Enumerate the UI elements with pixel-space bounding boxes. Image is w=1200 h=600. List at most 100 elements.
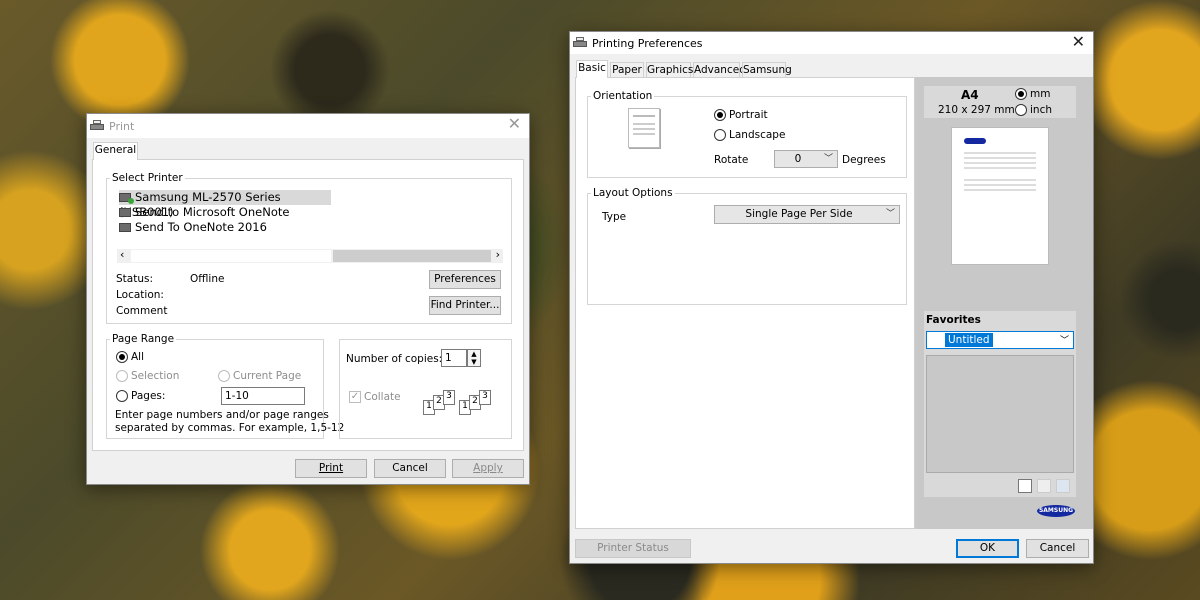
print-titlebar[interactable]: Print ✕ [87,114,529,138]
cancel-button[interactable]: Cancel [1026,539,1089,558]
type-label: Type [602,211,627,223]
favorites-list[interactable] [926,355,1074,473]
samsung-logo: SAMSUNG [1037,505,1075,517]
scroll-left-icon[interactable]: ‹ [120,248,124,261]
pages-label: Pages: [131,390,166,402]
layout-options-label: Layout Options [591,187,675,199]
status-value: Offline [190,273,225,285]
all-label: All [131,351,145,363]
horizontal-scrollbar[interactable]: ‹ › [117,248,503,263]
tab-basic[interactable]: Basic [576,60,608,78]
degrees-label: Degrees [842,154,886,166]
collate-label: Collate [364,391,401,403]
ok-button-label: OK [979,542,996,554]
printer-list[interactable]: Samsung ML-2570 Series (USB001) Send to … [117,190,497,242]
save-favorite-icon[interactable] [1037,479,1051,493]
tab-label: Basic [578,62,606,74]
printer-status-button[interactable]: Printer Status [575,539,691,558]
pages-hint-line2: separated by commas. For example, 1,5-12 [115,422,345,434]
copies-label: Number of copies: [346,353,443,365]
printer-icon [119,223,131,232]
radio-all[interactable] [116,351,128,363]
location-label: Location: [116,289,164,301]
tab-samsung[interactable]: Samsung [742,62,792,77]
paper-size: A4 [961,88,979,102]
orientation-label: Orientation [591,90,655,102]
preview-pane: A4 210 x 297 mm mm inch Favorites Untitl… [915,77,1093,529]
spin-down-icon[interactable]: ▼ [468,358,480,366]
paper-info-box: A4 210 x 297 mm mm inch [924,86,1076,118]
pages-hint-line1: Enter page numbers and/or page ranges [115,409,329,421]
radio-current-page[interactable] [218,370,230,382]
current-page-label: Current Page [233,370,302,382]
radio-portrait[interactable] [714,109,726,121]
printer-icon [90,120,104,132]
radio-inch[interactable] [1015,104,1027,116]
radio-selection[interactable] [116,370,128,382]
tab-advanced[interactable]: Advanced [693,62,746,77]
apply-button-label: Apply [473,462,503,474]
orientation-preview [628,108,660,148]
tab-general-label: General [94,144,137,156]
copies-input[interactable]: 1 [441,349,467,367]
pages-input[interactable]: 1-10 [221,387,305,405]
printer-item-onenote[interactable]: Send to Microsoft OneNote [119,205,289,220]
scroll-thumb[interactable] [131,250,331,262]
cancel-button-label: Cancel [1039,542,1076,554]
paper-dims: 210 x 297 mm [938,104,1015,116]
ok-button[interactable]: OK [956,539,1019,558]
spin-up-icon[interactable]: ▲ [468,350,480,358]
printer-item-label: Send To OneNote 2016 [135,220,267,234]
favorites-section: Favorites Untitled ﹀ [924,311,1076,497]
copies-spinner[interactable]: ▲ ▼ [467,349,481,367]
print-title: Print [109,119,135,133]
cancel-button-label: Cancel [392,462,428,474]
scroll-track [333,250,491,262]
find-printer-button[interactable]: Find Printer... [429,296,501,315]
chevron-down-icon: ﹀ [1059,336,1069,346]
collate-checkbox[interactable]: ✓ [349,391,361,403]
collate-illustration: 1 2 3 1 2 3 [423,390,503,418]
chevron-down-icon: ﹀ [885,209,895,219]
cancel-button[interactable]: Cancel [374,459,446,478]
mm-label: mm [1030,88,1051,100]
close-icon[interactable]: ✕ [1072,34,1085,50]
scroll-right-icon[interactable]: › [496,248,500,261]
favorites-label: Favorites [926,314,981,326]
close-icon[interactable]: ✕ [508,116,521,132]
print-button[interactable]: Print [295,459,367,478]
printing-preferences-dialog: Printing Preferences ✕ Basic Paper Graph… [569,31,1094,564]
printer-online-icon [119,193,134,204]
new-favorite-icon[interactable] [1018,479,1032,493]
prefs-title: Printing Preferences [592,36,703,50]
general-panel: Select Printer Samsung ML-2570 Series (U… [92,159,524,451]
landscape-label: Landscape [729,129,786,141]
rotate-select[interactable]: 0 ﹀ [774,150,838,168]
chevron-down-icon: ﹀ [823,154,833,164]
page-range-label: Page Range [110,333,177,345]
printer-item-label: Send to Microsoft OneNote [135,205,290,219]
tab-label: Advanced [694,64,746,76]
portrait-label: Portrait [729,109,768,121]
favorites-value: Untitled [945,333,993,347]
printer-item-onenote-2016[interactable]: Send To OneNote 2016 [119,220,267,235]
radio-pages[interactable] [116,390,128,402]
preferences-button[interactable]: Preferences [429,270,501,289]
printer-item-samsung[interactable]: Samsung ML-2570 Series (USB001) [119,190,331,219]
type-select[interactable]: Single Page Per Side ﹀ [714,205,900,224]
radio-mm[interactable] [1015,88,1027,100]
tab-general[interactable]: General [93,142,138,160]
radio-landscape[interactable] [714,129,726,141]
tab-paper[interactable]: Paper [610,62,644,77]
prefs-titlebar[interactable]: Printing Preferences ✕ [570,32,1093,54]
printer-status-label: Printer Status [597,542,669,554]
favorites-select[interactable]: Untitled ﹀ [926,331,1074,349]
inch-label: inch [1030,104,1052,116]
rotate-label: Rotate [714,154,749,166]
tab-graphics[interactable]: Graphics [646,62,693,77]
status-label: Status: [116,273,153,285]
apply-button[interactable]: Apply [452,459,524,478]
delete-favorite-icon[interactable] [1056,479,1070,493]
tab-label: Samsung [743,64,792,76]
select-printer-label: Select Printer [110,172,185,184]
